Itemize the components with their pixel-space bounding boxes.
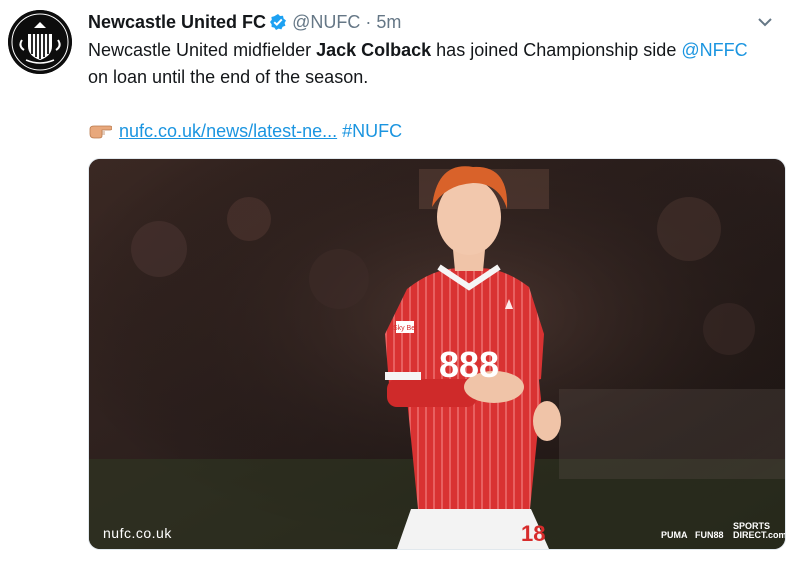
chevron-down-icon[interactable]: [755, 12, 775, 38]
link-line: nufc.co.uk/news/latest-ne... #NUFC: [88, 118, 788, 147]
separator-dot: ·: [365, 12, 372, 32]
fun88-logo: FUN88: [695, 530, 724, 540]
shirt-number: 18: [521, 521, 545, 546]
author-name[interactable]: Newcastle United FC: [88, 12, 266, 32]
author-handle[interactable]: @NUFC: [292, 12, 360, 32]
tweet-text-bold: Jack Colback: [316, 40, 432, 60]
kit-brand-logo: PUMA: [661, 530, 688, 540]
tweet-timestamp[interactable]: 5m: [376, 12, 401, 32]
tweet-text-part: Newcastle United midfielder: [88, 40, 317, 60]
sports-direct-logo: SPORTS DIRECT.com: [733, 521, 786, 540]
pointing-finger-icon: [88, 120, 114, 147]
article-link[interactable]: nufc.co.uk/news/latest-ne...: [119, 121, 337, 141]
verified-badge-icon: [269, 13, 287, 37]
tweet-media-photo[interactable]: 18 888 Sky Bet nufc.co.uk PUMA FUN88 SPO…: [88, 158, 786, 550]
hashtag-link[interactable]: #NUFC: [342, 121, 402, 141]
tweet-text-part: has joined Championship side: [431, 40, 682, 60]
tweet-header: Newcastle United FC @NUFC · 5m: [88, 10, 783, 34]
mention-link[interactable]: @NFFC: [681, 40, 747, 60]
nufc-crest-avatar[interactable]: [8, 10, 72, 74]
sleeve-patch: Sky Bet: [393, 325, 417, 332]
photo-watermark: nufc.co.uk: [103, 525, 172, 541]
tweet-text-part: on loan until the end of the season.: [88, 67, 369, 87]
shirt-sponsor: 888: [439, 344, 499, 385]
tweet-text: Newcastle United midfielder Jack Colback…: [88, 37, 788, 147]
